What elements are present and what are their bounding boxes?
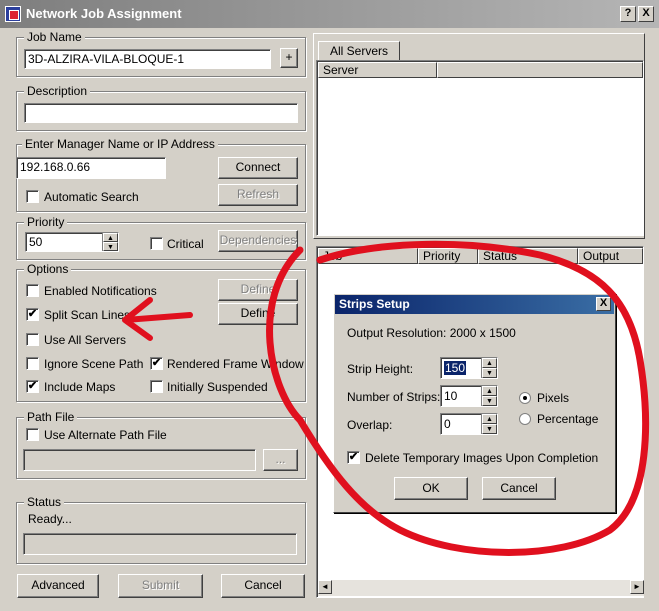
number-of-strips-spin[interactable]: ▲ ▼ [481,386,497,406]
initially-suspended-label: Initially Suspended [167,380,268,394]
split-scan-lines-label: Split Scan Lines [44,308,131,322]
spin-up-icon[interactable]: ▲ [103,233,118,242]
job-column-header[interactable]: Job [318,248,418,264]
enabled-notifications-checkbox[interactable] [26,284,39,297]
description-input[interactable] [24,103,298,123]
output-resolution-label: Output Resolution: 2000 x 1500 [347,326,516,340]
automatic-search-checkbox[interactable] [26,190,39,203]
use-alternate-path-checkbox[interactable] [26,428,39,441]
critical-label: Critical [167,237,204,251]
cancel-button[interactable]: Cancel [221,574,305,598]
overlap-spin[interactable]: ▲ ▼ [481,414,497,434]
strip-height-label: Strip Height: [347,362,414,376]
spin-up-icon[interactable]: ▲ [482,414,497,424]
priority-legend: Priority [24,215,68,229]
enabled-notifications-label: Enabled Notifications [44,284,157,298]
define-notifications-button[interactable]: Define [218,279,298,301]
advanced-button[interactable]: Advanced [17,574,99,598]
path-file-legend: Path File [24,410,78,424]
window-title: Network Job Assignment [26,6,182,21]
spin-up-icon[interactable]: ▲ [482,386,497,396]
strips-close-button[interactable]: X [596,297,611,311]
automatic-search-label: Automatic Search [44,190,139,204]
close-button[interactable]: X [638,6,654,22]
connect-button[interactable]: Connect [218,157,298,179]
manager-input[interactable]: 192.168.0.66 [16,157,166,179]
ignore-scene-path-label: Ignore Scene Path [44,357,144,371]
rendered-frame-window-checkbox[interactable]: ✔ [150,357,163,370]
use-all-servers-checkbox[interactable] [26,333,39,346]
scroll-right-icon[interactable]: ► [630,580,644,594]
output-column-header[interactable]: Output [578,248,643,264]
status-text: Ready... [28,512,72,526]
strips-title-bar: Strips Setup [335,295,614,314]
initially-suspended-checkbox[interactable] [150,380,163,393]
include-maps-label: Include Maps [44,380,116,394]
strips-ok-button[interactable]: OK [394,477,468,500]
use-all-servers-label: Use All Servers [44,333,127,347]
submit-button[interactable]: Submit [118,574,203,598]
ignore-scene-path-checkbox[interactable] [26,357,39,370]
delete-temp-images-label: Delete Temporary Images Upon Completion [365,451,599,465]
critical-checkbox[interactable] [150,237,163,250]
job-name-input[interactable]: 3D-ALZIRA-VILA-BLOQUE-1 [24,49,271,69]
priority-value: 50 [29,235,43,249]
manager-legend: Enter Manager Name or IP Address [22,137,218,151]
include-maps-checkbox[interactable]: ✔ [26,380,39,393]
job-name-plus-button[interactable]: + [280,48,298,68]
dependencies-button[interactable]: Dependencies [218,230,298,252]
spin-down-icon[interactable]: ▼ [482,396,497,406]
number-of-strips-label: Number of Strips: [347,390,441,404]
spin-down-icon[interactable]: ▼ [482,424,497,434]
number-of-strips-value: 10 [444,389,458,403]
define-strips-button[interactable]: Define [218,303,298,325]
priority-column-header[interactable]: Priority [418,248,478,264]
overlap-label: Overlap: [347,418,393,432]
priority-spin[interactable]: ▲ ▼ [102,233,118,251]
strips-cancel-button[interactable]: Cancel [482,477,556,500]
percentage-label: Percentage [537,412,599,426]
job-name-legend: Job Name [24,30,85,44]
description-legend: Description [24,84,91,98]
strips-setup-dialog: Strips Setup X Output Resolution: 2000 x… [333,293,616,513]
spin-down-icon[interactable]: ▼ [103,242,118,251]
status-column-header[interactable]: Status [478,248,578,264]
status-progress-bar [23,533,297,555]
overlap-value: 0 [444,417,451,431]
use-alternate-path-label: Use Alternate Path File [44,428,167,442]
scroll-left-icon[interactable]: ◄ [318,580,332,594]
tab-all-servers[interactable]: All Servers [318,41,400,62]
priority-stepper[interactable]: 50 ▲ ▼ [25,232,119,252]
pixels-radio[interactable] [519,392,531,404]
server-column-header-2[interactable] [437,62,643,78]
rendered-frame-window-label: Rendered Frame Window [167,357,304,371]
pixels-label: Pixels [537,391,570,405]
path-browse-button[interactable]: ... [263,449,298,471]
status-legend: Status [24,495,65,509]
strip-height-spin[interactable]: ▲ ▼ [481,358,497,378]
delete-temp-images-checkbox[interactable]: ✔ [347,451,360,464]
spin-down-icon[interactable]: ▼ [482,368,497,378]
spin-up-icon[interactable]: ▲ [482,358,497,368]
connect-label: Connect [235,160,281,174]
servers-list[interactable]: Server [316,60,644,236]
help-button[interactable]: ? [620,6,636,22]
strips-title: Strips Setup [339,297,410,311]
server-column-header[interactable]: Server [318,62,437,78]
strip-height-value: 150 [444,361,467,375]
app-icon [5,6,21,22]
split-scan-lines-checkbox[interactable]: ✔ [26,308,39,321]
overlap-stepper[interactable]: 0 ▲ ▼ [440,413,498,435]
percentage-radio[interactable] [519,413,531,425]
refresh-button[interactable]: Refresh [218,184,298,206]
path-file-input[interactable] [23,449,256,471]
jobs-horizontal-scrollbar[interactable]: ◄ ► [318,580,644,596]
options-legend: Options [24,262,72,276]
number-of-strips-stepper[interactable]: 10 ▲ ▼ [440,385,498,407]
title-bar: Network Job Assignment ? X [0,0,659,28]
strip-height-stepper[interactable]: 150 ▲ ▼ [440,357,498,379]
